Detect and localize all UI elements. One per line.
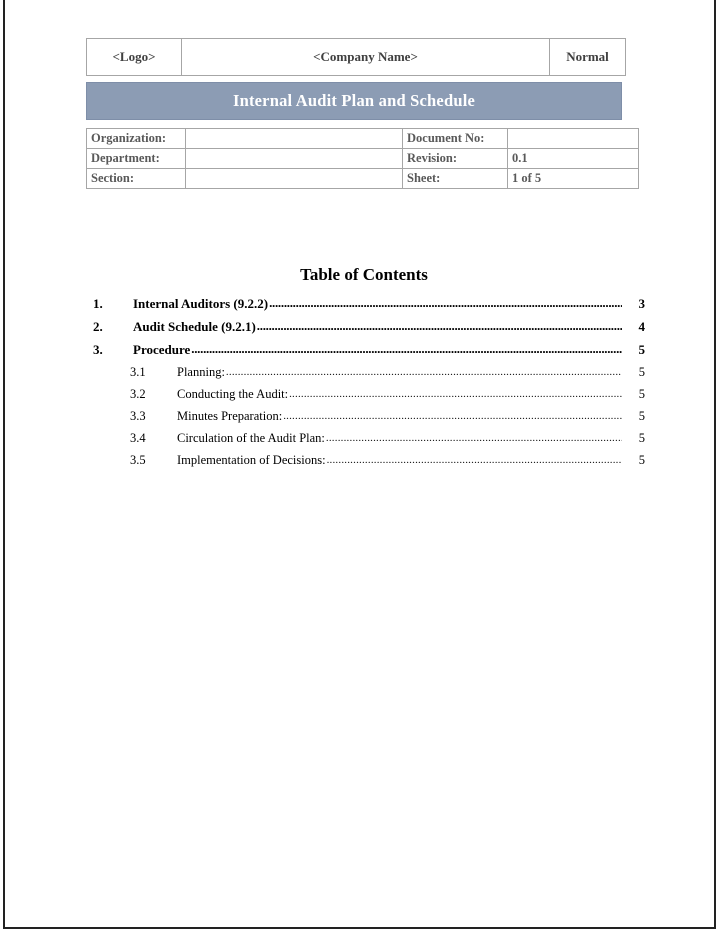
- sheet-label: Sheet:: [402, 168, 508, 189]
- toc-entry-title: Conducting the Audit:: [177, 387, 289, 401]
- toc-entry[interactable]: 3. Procedure.............................…: [86, 341, 646, 365]
- toc-entry-page-number: 5: [638, 387, 645, 401]
- toc-entry-number: 3.4: [130, 431, 146, 445]
- department-value: [185, 148, 403, 169]
- section-value: [185, 168, 403, 189]
- logo-placeholder-cell: <Logo>: [86, 38, 182, 76]
- section-label: Section:: [86, 168, 186, 189]
- table-row: <Logo> <Company Name> Normal: [86, 38, 626, 76]
- toc-entry-title: Minutes Preparation:: [177, 409, 283, 423]
- toc-dot-leader: ........................................…: [283, 410, 622, 422]
- toc-entry-page-number: 4: [638, 319, 646, 334]
- toc-dot-leader: ........................................…: [326, 454, 622, 466]
- toc-entry-number: 3.2: [130, 387, 146, 401]
- department-label: Department:: [86, 148, 186, 169]
- toc-dot-leader: ........................................…: [225, 366, 622, 378]
- document-no-value: [507, 128, 639, 149]
- toc-dot-leader: ........................................…: [269, 295, 622, 310]
- toc-entry[interactable]: 3.3 Minutes Preparation:.................…: [86, 409, 646, 431]
- document-page: <Logo> <Company Name> Normal Internal Au…: [3, 0, 716, 929]
- table-of-contents-list: 1. Internal Auditors (9.2.2).............…: [86, 295, 646, 475]
- organization-value: [185, 128, 403, 149]
- toc-entry-title: Implementation of Decisions:: [177, 453, 326, 467]
- toc-entry[interactable]: 3.2 Conducting the Audit:................…: [86, 387, 646, 409]
- toc-entry[interactable]: 3.4 Circulation of the Audit Plan:.......…: [86, 431, 646, 453]
- toc-entry-number: 1.: [93, 296, 103, 311]
- document-metadata-table: Organization: Document No: Department: R…: [86, 128, 639, 189]
- toc-entry-page-number: 5: [638, 409, 645, 423]
- revision-value: 0.1: [507, 148, 639, 169]
- toc-entry[interactable]: 2. Audit Schedule (9.2.1)................…: [86, 318, 646, 342]
- toc-entry[interactable]: 3.1 Planning:............................…: [86, 365, 646, 387]
- company-name-cell: <Company Name>: [181, 38, 550, 76]
- toc-entry-page-number: 5: [638, 342, 646, 357]
- toc-dot-leader: ........................................…: [289, 388, 622, 400]
- table-row: Organization: Document No:: [86, 128, 639, 149]
- table-row: Department: Revision: 0.1: [86, 148, 639, 169]
- toc-dot-leader: ........................................…: [191, 341, 622, 356]
- toc-entry[interactable]: 3.5 Implementation of Decisions:.........…: [86, 453, 646, 475]
- toc-entry-number: 2.: [93, 319, 103, 334]
- toc-entry-number: 3.1: [130, 365, 146, 379]
- document-status-cell: Normal: [549, 38, 626, 76]
- toc-entry-page-number: 5: [638, 365, 645, 379]
- toc-entry-title: Internal Auditors (9.2.2): [133, 296, 269, 311]
- toc-dot-leader: ........................................…: [325, 432, 622, 444]
- toc-entry-title: Planning:: [177, 365, 225, 379]
- toc-entry-title: Circulation of the Audit Plan:: [177, 431, 325, 445]
- toc-entry-number: 3.3: [130, 409, 146, 423]
- revision-label: Revision:: [402, 148, 508, 169]
- toc-entry-number: 3.: [93, 342, 103, 357]
- document-title-banner: Internal Audit Plan and Schedule: [86, 82, 622, 120]
- toc-entry-title: Audit Schedule (9.2.1): [133, 319, 256, 334]
- table-of-contents-heading: Table of Contents: [300, 265, 428, 284]
- organization-label: Organization:: [86, 128, 186, 149]
- document-no-label: Document No:: [402, 128, 508, 149]
- toc-entry-number: 3.5: [130, 453, 146, 467]
- table-row: Section: Sheet: 1 of 5: [86, 168, 639, 189]
- document-header-table: <Logo> <Company Name> Normal: [86, 38, 626, 76]
- toc-entry-page-number: 5: [638, 431, 645, 445]
- sheet-value: 1 of 5: [507, 168, 639, 189]
- toc-entry[interactable]: 1. Internal Auditors (9.2.2).............…: [86, 295, 646, 319]
- toc-entry-page-number: 3: [638, 296, 646, 311]
- toc-entry-page-number: 5: [638, 453, 645, 467]
- toc-entry-title: Procedure: [133, 342, 191, 357]
- toc-dot-leader: ........................................…: [256, 318, 622, 333]
- document-title: Internal Audit Plan and Schedule: [232, 91, 476, 110]
